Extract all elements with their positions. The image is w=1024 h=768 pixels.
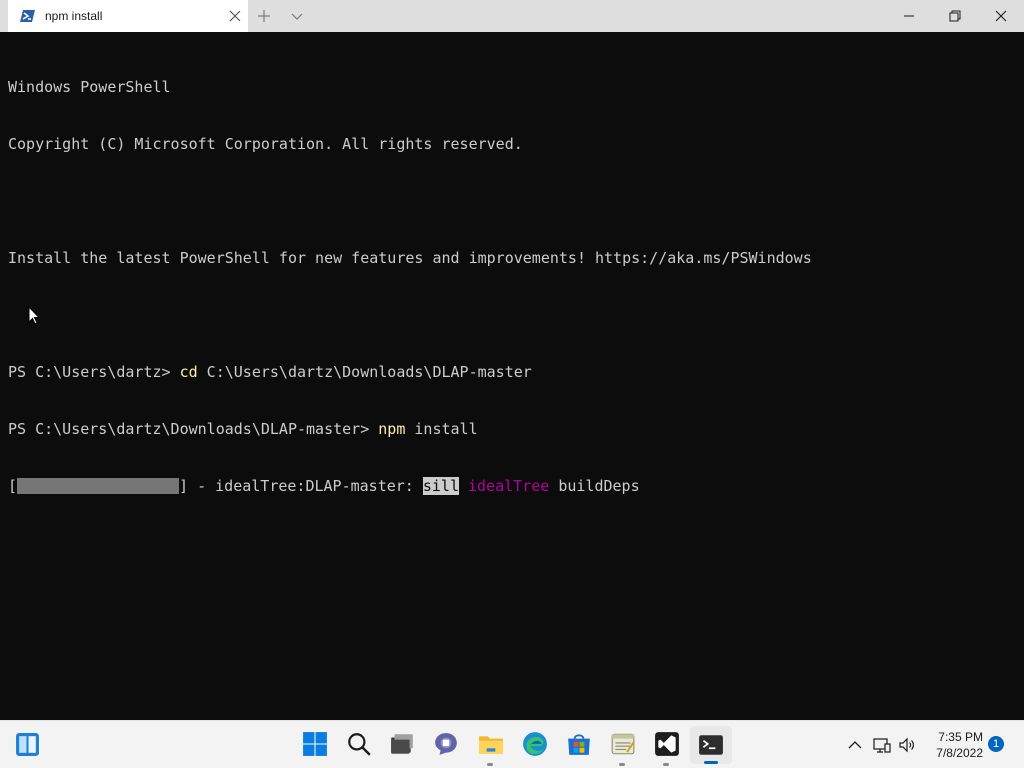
task-view-icon[interactable] — [389, 731, 415, 757]
progress-module: idealTree — [468, 477, 550, 495]
chevron-down-icon[interactable] — [290, 9, 304, 23]
close-button[interactable] — [978, 0, 1024, 32]
npm-progress-line: [] - idealTree:DLAP-master: sill idealTr… — [8, 477, 812, 496]
title-bar: npm install — [0, 0, 1024, 32]
minimize-button[interactable] — [886, 0, 932, 32]
tab-title: npm install — [45, 9, 103, 23]
terminal-line: Install the latest PowerShell for new fe… — [8, 249, 812, 267]
store-icon[interactable] — [566, 731, 592, 757]
terminal-taskbar-button[interactable] — [690, 726, 732, 764]
progress-spinner: - — [188, 477, 216, 495]
command-args: install — [405, 420, 478, 438]
minimize-icon — [904, 15, 914, 17]
volume-icon[interactable] — [898, 736, 916, 754]
log-level-badge: sill — [422, 477, 459, 495]
powershell-icon — [20, 10, 35, 22]
prompt: PS C:\Users\dartz> — [8, 363, 180, 381]
active-indicator — [704, 761, 718, 764]
close-tab-icon[interactable] — [228, 9, 242, 23]
clock-time: 7:35 PM — [938, 730, 983, 744]
running-indicator — [663, 763, 669, 766]
command: npm — [378, 420, 406, 438]
progress-message: buildDeps — [558, 477, 640, 495]
notepad-icon[interactable] — [610, 731, 636, 757]
progress-stage: idealTree:DLAP-master: — [215, 477, 423, 495]
running-indicator — [619, 763, 625, 766]
prompt: PS C:\Users\dartz\Downloads\DLAP-master> — [8, 420, 379, 438]
folder-icon[interactable] — [478, 731, 504, 757]
new-tab-icon[interactable] — [256, 8, 272, 24]
terminal-line: Copyright (C) Microsoft Corporation. All… — [8, 135, 523, 153]
widgets-icon[interactable] — [15, 732, 40, 757]
search-icon[interactable] — [346, 731, 372, 757]
terminal-line: Windows PowerShell — [8, 78, 171, 96]
notification-badge[interactable]: 1 — [988, 736, 1004, 752]
progress-bar — [17, 478, 180, 494]
system-clock[interactable]: 7:35 PM 7/8/2022 — [925, 729, 983, 761]
terminal-icon — [699, 735, 723, 755]
mouse-cursor-icon — [28, 306, 40, 325]
command-args: C:\Users\dartz\Downloads\DLAP-master — [197, 363, 532, 381]
teams-chat-icon[interactable] — [433, 731, 459, 757]
network-icon[interactable] — [873, 736, 891, 754]
chevron-up-icon[interactable] — [846, 736, 864, 754]
windows-logo-icon[interactable] — [302, 731, 328, 757]
tab-npm-install[interactable]: npm install — [8, 0, 248, 32]
edge-icon[interactable] — [522, 731, 548, 757]
terminal-prompt-line: PS C:\Users\dartz\Downloads\DLAP-master>… — [8, 420, 812, 439]
terminal-pane[interactable]: Windows PowerShell Copyright (C) Microso… — [0, 32, 1024, 720]
restore-button[interactable] — [932, 0, 978, 32]
command: cd — [179, 363, 198, 381]
running-indicator — [487, 763, 493, 766]
terminal-output: Windows PowerShell Copyright (C) Microso… — [8, 40, 812, 534]
progress-close-bracket: ] — [179, 477, 189, 495]
visual-studio-icon[interactable] — [654, 731, 680, 757]
close-icon — [995, 10, 1007, 22]
taskbar: 7:35 PM 7/8/2022 — [0, 720, 1024, 768]
clock-date: 7/8/2022 — [936, 746, 983, 760]
restore-icon — [949, 10, 961, 22]
progress-open-bracket: [ — [8, 477, 18, 495]
terminal-prompt-line: PS C:\Users\dartz> cd C:\Users\dartz\Dow… — [8, 363, 812, 382]
